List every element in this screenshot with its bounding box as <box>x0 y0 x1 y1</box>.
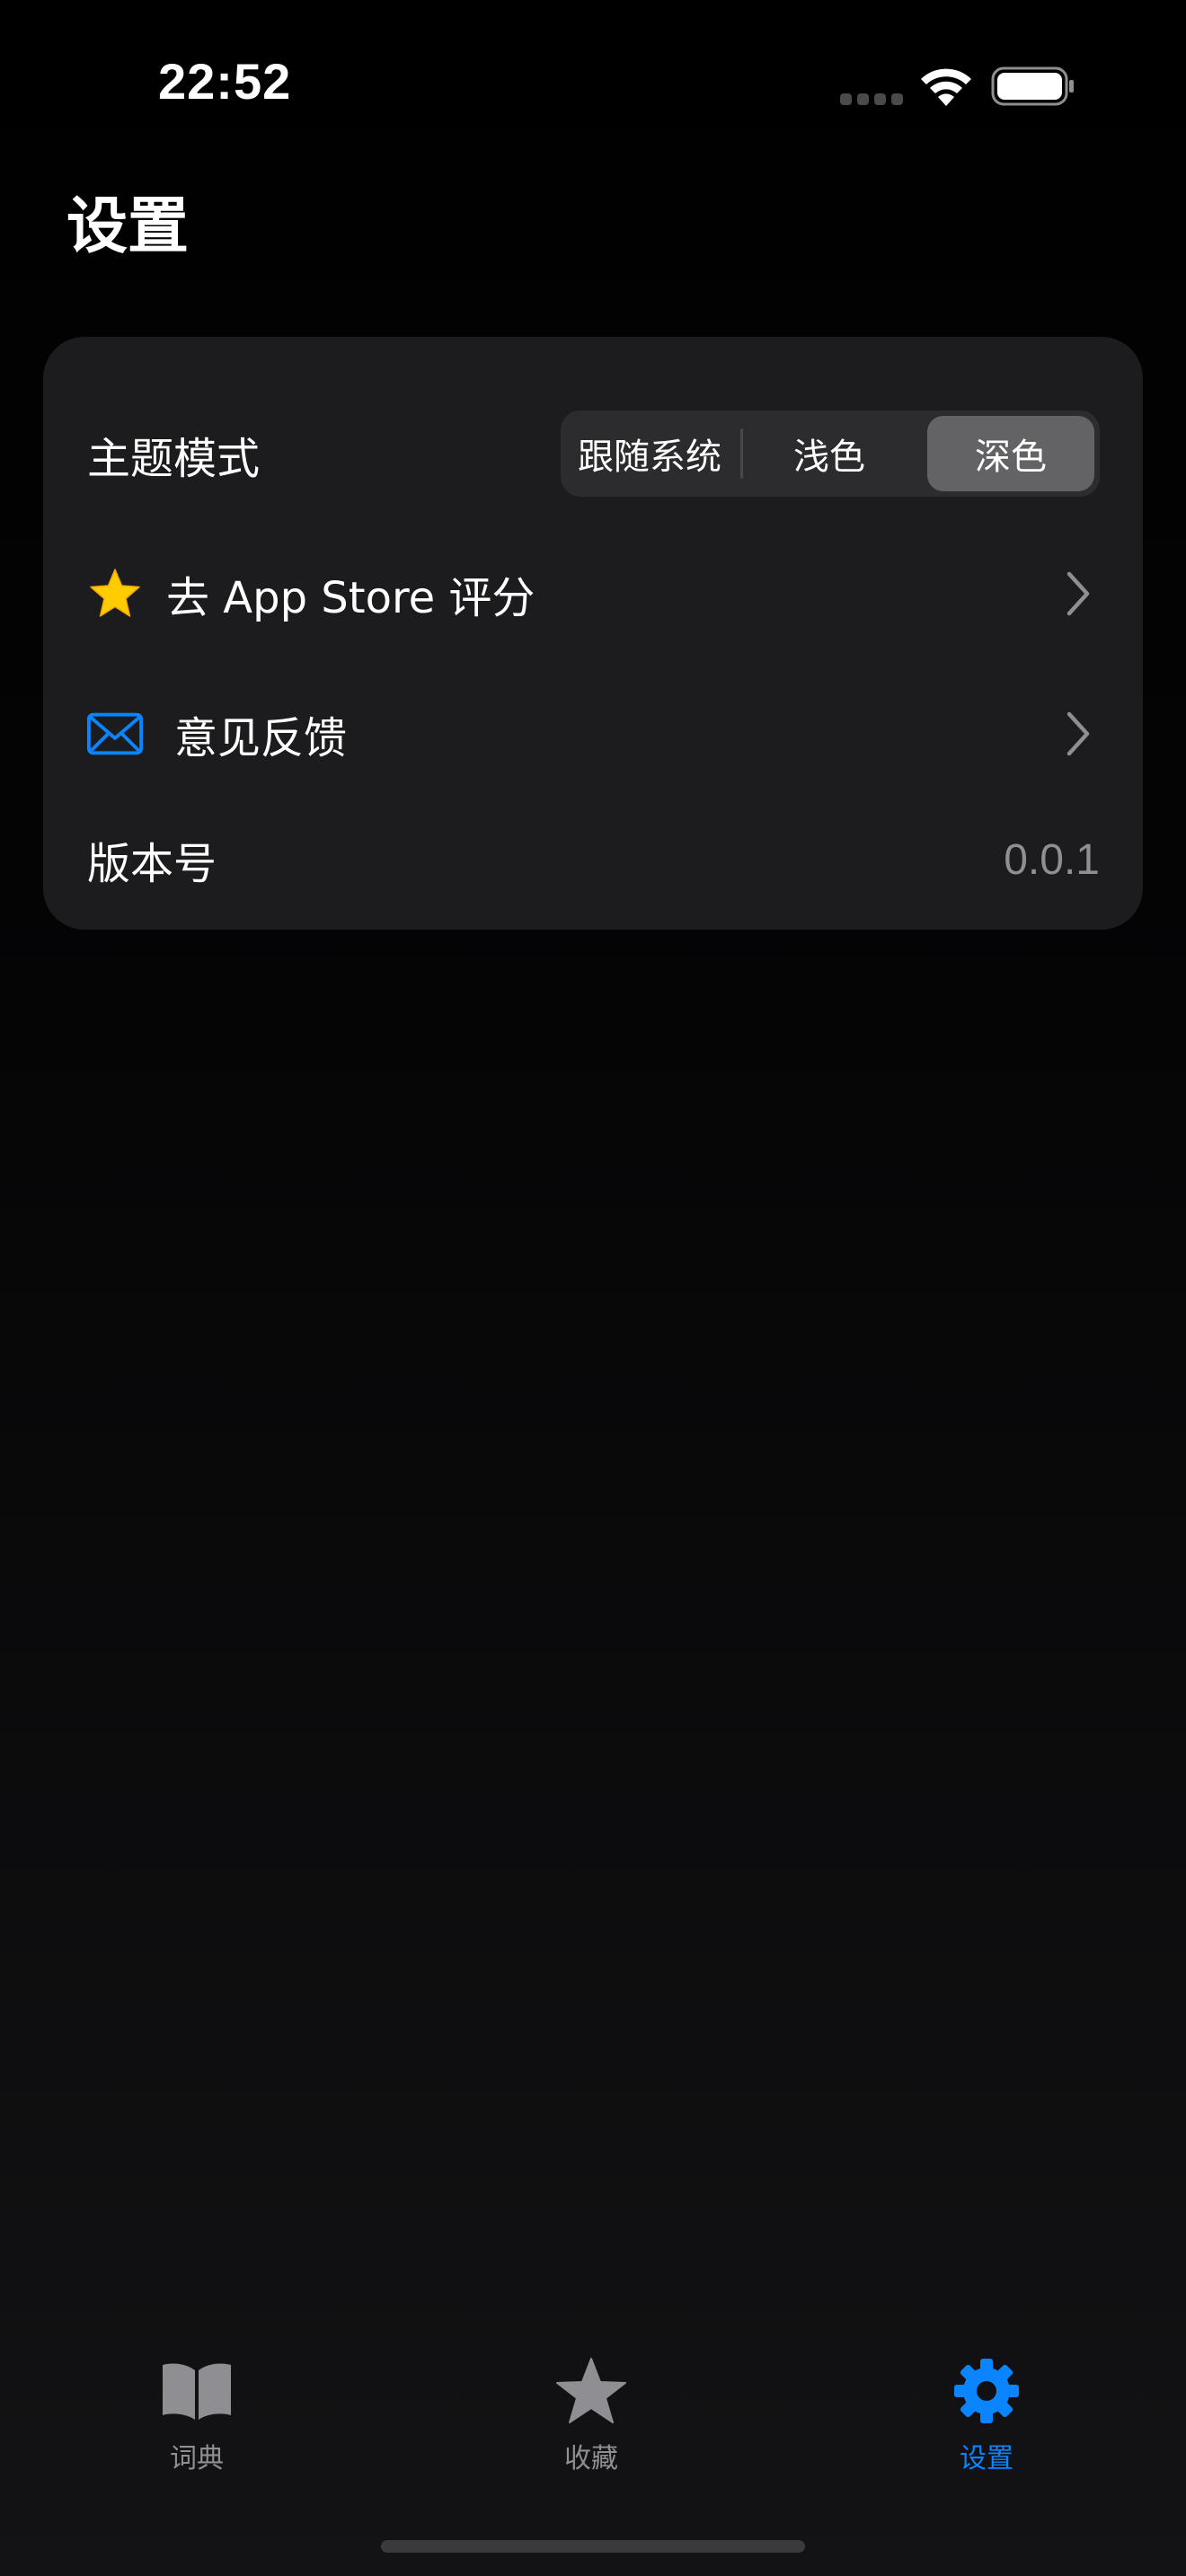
feedback-row[interactable]: 意见反馈 <box>43 689 1143 779</box>
feedback-label: 意见反馈 <box>174 713 348 763</box>
home-indicator <box>381 2540 805 2553</box>
gear-icon <box>946 2353 1027 2429</box>
wifi-icon <box>921 68 971 106</box>
rate-app-row[interactable]: 去 App Store 评分 <box>43 549 1143 639</box>
tab-favorites-label: 收藏 <box>564 2443 618 2475</box>
tab-settings[interactable]: 设置 <box>879 2353 1094 2479</box>
theme-segmented-control[interactable]: 跟随系统 浅色 深色 <box>561 410 1100 497</box>
status-bar: 22:52 <box>0 0 1186 171</box>
star-icon <box>86 565 144 622</box>
version-label: 版本号 <box>87 839 217 889</box>
status-time: 22:52 <box>158 53 292 110</box>
book-icon <box>156 2353 237 2429</box>
theme-mode-label: 主题模式 <box>87 434 261 484</box>
tab-favorites[interactable]: 收藏 <box>483 2353 699 2479</box>
theme-option-dark[interactable]: 深色 <box>927 416 1094 491</box>
tab-dictionary[interactable]: 词典 <box>89 2353 305 2479</box>
rate-app-label: 去 App Store 评分 <box>166 573 535 623</box>
tab-bar: 词典 收藏 设置 <box>0 2353 1186 2479</box>
segment-divider <box>740 428 743 479</box>
battery-icon <box>991 66 1074 106</box>
version-row: 版本号 0.0.1 <box>43 815 1143 904</box>
theme-option-system[interactable]: 跟随系统 <box>566 416 733 491</box>
tab-settings-label: 设置 <box>960 2443 1013 2475</box>
cellular-signal-icon <box>840 93 903 105</box>
theme-option-light[interactable]: 浅色 <box>746 416 913 491</box>
page-title: 设置 <box>66 191 190 262</box>
chevron-right-icon <box>1067 711 1090 756</box>
theme-mode-row: 主题模式 跟随系统 浅色 深色 <box>43 410 1143 498</box>
tab-dictionary-label: 词典 <box>170 2443 224 2475</box>
envelope-icon <box>86 705 144 763</box>
version-value: 0.0.1 <box>1004 835 1100 884</box>
chevron-right-icon <box>1067 571 1090 616</box>
star-icon <box>551 2353 632 2429</box>
settings-card: 主题模式 跟随系统 浅色 深色 去 App Store 评分 意见反馈 版本号 … <box>43 337 1143 930</box>
